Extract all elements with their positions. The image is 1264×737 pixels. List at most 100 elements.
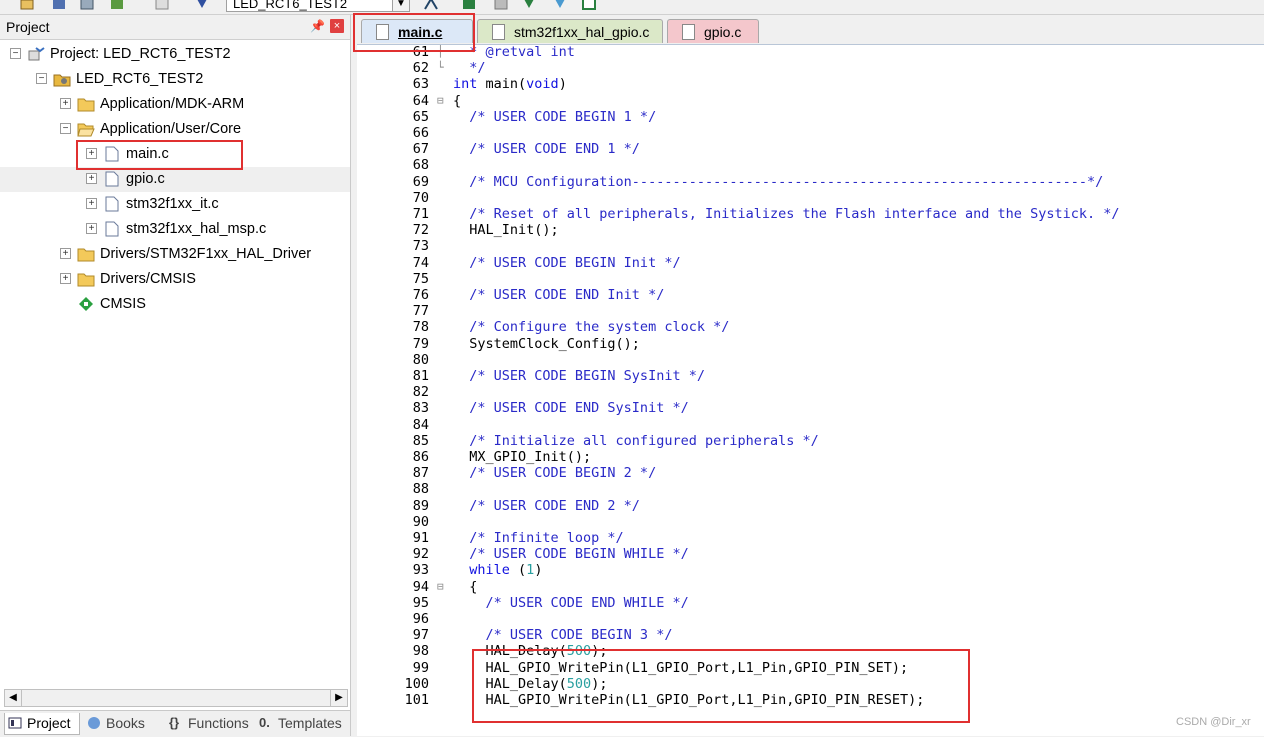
tab-project-label: Project bbox=[27, 715, 71, 731]
line-number: 97 bbox=[412, 627, 429, 644]
expand-icon[interactable]: + bbox=[60, 248, 71, 259]
code-line[interactable]: 70 bbox=[357, 190, 1264, 206]
tree-item[interactable]: − Application/User/Core bbox=[0, 117, 350, 142]
expand-icon[interactable]: + bbox=[86, 198, 97, 209]
code-line[interactable]: 79 SystemClock_Config(); bbox=[357, 336, 1264, 352]
code-line[interactable]: 82 bbox=[357, 384, 1264, 400]
code-line[interactable]: 66 bbox=[357, 125, 1264, 141]
code-line[interactable]: 68 bbox=[357, 157, 1264, 173]
find-icon[interactable] bbox=[155, 0, 169, 11]
tree-item[interactable]: + stm32f1xx_it.c bbox=[0, 192, 350, 217]
pin-icon[interactable]: 📌 bbox=[310, 19, 325, 33]
collapse-icon[interactable]: − bbox=[60, 123, 71, 134]
code-line[interactable]: 91 /* Infinite loop */ bbox=[357, 530, 1264, 546]
tree-item[interactable]: + Drivers/STM32F1xx_HAL_Driver bbox=[0, 242, 350, 267]
code-line[interactable]: 77 bbox=[357, 303, 1264, 319]
target-combo[interactable]: LED_RCT6_TEST2 ▼ bbox=[226, 0, 410, 12]
code-line[interactable]: 81 /* USER CODE BEGIN SysInit */ bbox=[357, 368, 1264, 384]
code-line[interactable]: 95 /* USER CODE END WHILE */ bbox=[357, 595, 1264, 611]
line-number: 95 bbox=[412, 594, 429, 611]
code-line[interactable]: 74 /* USER CODE BEGIN Init */ bbox=[357, 255, 1264, 271]
code-line[interactable]: 88 bbox=[357, 481, 1264, 497]
code-area[interactable]: 61 │ * @retval int 62 └ */63 int main(void) 6… bbox=[357, 45, 1264, 730]
code-line[interactable]: 63 int main(void) bbox=[357, 76, 1264, 92]
chevron-down-icon[interactable]: ▼ bbox=[392, 0, 409, 11]
code-line[interactable]: 90 bbox=[357, 514, 1264, 530]
tab-gpio-c[interactable]: gpio.c bbox=[667, 19, 759, 43]
fold-collapse-icon[interactable]: ⊟ bbox=[437, 93, 451, 109]
code-line[interactable]: 89 /* USER CODE END 2 */ bbox=[357, 498, 1264, 514]
rebuild-icon[interactable] bbox=[494, 0, 508, 11]
code-text: int main(void) bbox=[453, 76, 567, 93]
code-line[interactable]: 84 bbox=[357, 417, 1264, 433]
code-line[interactable]: 97 /* USER CODE BEGIN 3 */ bbox=[357, 627, 1264, 643]
tab-project[interactable]: Project bbox=[4, 713, 80, 735]
code-line[interactable]: 72 HAL_Init(); bbox=[357, 222, 1264, 238]
save-icon[interactable] bbox=[52, 0, 66, 11]
tab-books[interactable]: Books bbox=[84, 713, 154, 734]
code-line[interactable]: 75 bbox=[357, 271, 1264, 287]
book-icon[interactable] bbox=[110, 0, 124, 11]
line-number: 78 bbox=[412, 319, 429, 336]
tree-item[interactable]: − Project: LED_RCT6_TEST2 bbox=[0, 42, 350, 67]
tree-item-label: Application/MDK-ARM bbox=[100, 96, 245, 112]
code-line[interactable]: 71 /* Reset of all peripherals, Initiali… bbox=[357, 206, 1264, 222]
collapse-icon[interactable]: − bbox=[36, 73, 47, 84]
tab-stm32f1xx-hal-gpio-c[interactable]: stm32f1xx_hal_gpio.c bbox=[477, 19, 663, 43]
line-number: 71 bbox=[412, 206, 429, 222]
tab-functions[interactable]: {} Functions bbox=[166, 713, 250, 734]
code-line[interactable]: 94 ⊟ { bbox=[357, 579, 1264, 595]
code-line[interactable]: 80 bbox=[357, 352, 1264, 368]
code-text: /* Initialize all configured peripherals… bbox=[453, 432, 819, 449]
tree-item[interactable]: + stm32f1xx_hal_msp.c bbox=[0, 217, 350, 242]
books-tab-icon bbox=[88, 717, 100, 729]
code-line[interactable]: 87 /* USER CODE BEGIN 2 */ bbox=[357, 465, 1264, 481]
expand-icon[interactable]: + bbox=[86, 173, 97, 184]
code-line[interactable]: 92 /* USER CODE BEGIN WHILE */ bbox=[357, 546, 1264, 562]
tree-item[interactable]: + gpio.c bbox=[0, 167, 350, 192]
line-number: 86 bbox=[412, 449, 429, 465]
tree-item[interactable]: CMSIS bbox=[0, 292, 350, 317]
layout-icon[interactable] bbox=[80, 0, 94, 11]
options-icon[interactable] bbox=[424, 0, 438, 11]
scroll-left-icon[interactable]: ◀ bbox=[5, 690, 22, 706]
open-icon[interactable] bbox=[20, 0, 34, 11]
code-text: { bbox=[453, 578, 478, 595]
line-number: 85 bbox=[412, 432, 429, 449]
code-line[interactable]: 64 ⊟{ bbox=[357, 93, 1264, 109]
code-line[interactable]: 96 bbox=[357, 611, 1264, 627]
close-icon[interactable]: × bbox=[330, 19, 344, 33]
tree-item[interactable]: − LED_RCT6_TEST2 bbox=[0, 67, 350, 92]
tree-item-label: LED_RCT6_TEST2 bbox=[76, 71, 204, 87]
scroll-right-icon[interactable]: ▶ bbox=[330, 690, 347, 706]
code-line[interactable]: 83 /* USER CODE END SysInit */ bbox=[357, 400, 1264, 416]
code-line[interactable]: 65 /* USER CODE BEGIN 1 */ bbox=[357, 109, 1264, 125]
code-line[interactable]: 67 /* USER CODE END 1 */ bbox=[357, 141, 1264, 157]
expand-icon[interactable]: + bbox=[86, 223, 97, 234]
code-line[interactable]: 85 /* Initialize all configured peripher… bbox=[357, 433, 1264, 449]
collapse-icon[interactable]: − bbox=[10, 48, 21, 59]
panel-bottom-tabs: Project Books {} Functions 0. Templates bbox=[0, 710, 350, 737]
code-line[interactable]: 73 bbox=[357, 238, 1264, 254]
build-icon[interactable] bbox=[462, 0, 476, 11]
code-line[interactable]: 78 /* Configure the system clock */ bbox=[357, 319, 1264, 335]
code-line[interactable]: 61 │ * @retval int bbox=[357, 45, 1264, 60]
expand-icon[interactable]: + bbox=[60, 98, 71, 109]
highlight-box-main-tab bbox=[353, 13, 475, 52]
fold-collapse-icon[interactable]: ⊟ bbox=[437, 579, 451, 595]
insert-icon[interactable] bbox=[522, 0, 536, 11]
tree-item[interactable]: + Application/MDK-ARM bbox=[0, 92, 350, 117]
code-line[interactable]: 86 MX_GPIO_Init(); bbox=[357, 449, 1264, 465]
code-line[interactable]: 62 └ */ bbox=[357, 60, 1264, 76]
tab-templates[interactable]: 0. Templates bbox=[256, 713, 344, 734]
code-line[interactable]: 76 /* USER CODE END Init */ bbox=[357, 287, 1264, 303]
code-line[interactable]: 69 /* MCU Configuration-----------------… bbox=[357, 174, 1264, 190]
debug-icon[interactable] bbox=[553, 0, 567, 11]
tree-item[interactable]: + Drivers/CMSIS bbox=[0, 267, 350, 292]
line-number: 93 bbox=[412, 562, 429, 579]
code-line[interactable]: 93 while (1) bbox=[357, 562, 1264, 578]
expand-icon[interactable]: + bbox=[60, 273, 71, 284]
target-options-icon[interactable] bbox=[582, 0, 596, 11]
horizontal-scrollbar[interactable]: ◀ ▶ bbox=[4, 689, 348, 707]
download-icon[interactable] bbox=[195, 0, 209, 11]
